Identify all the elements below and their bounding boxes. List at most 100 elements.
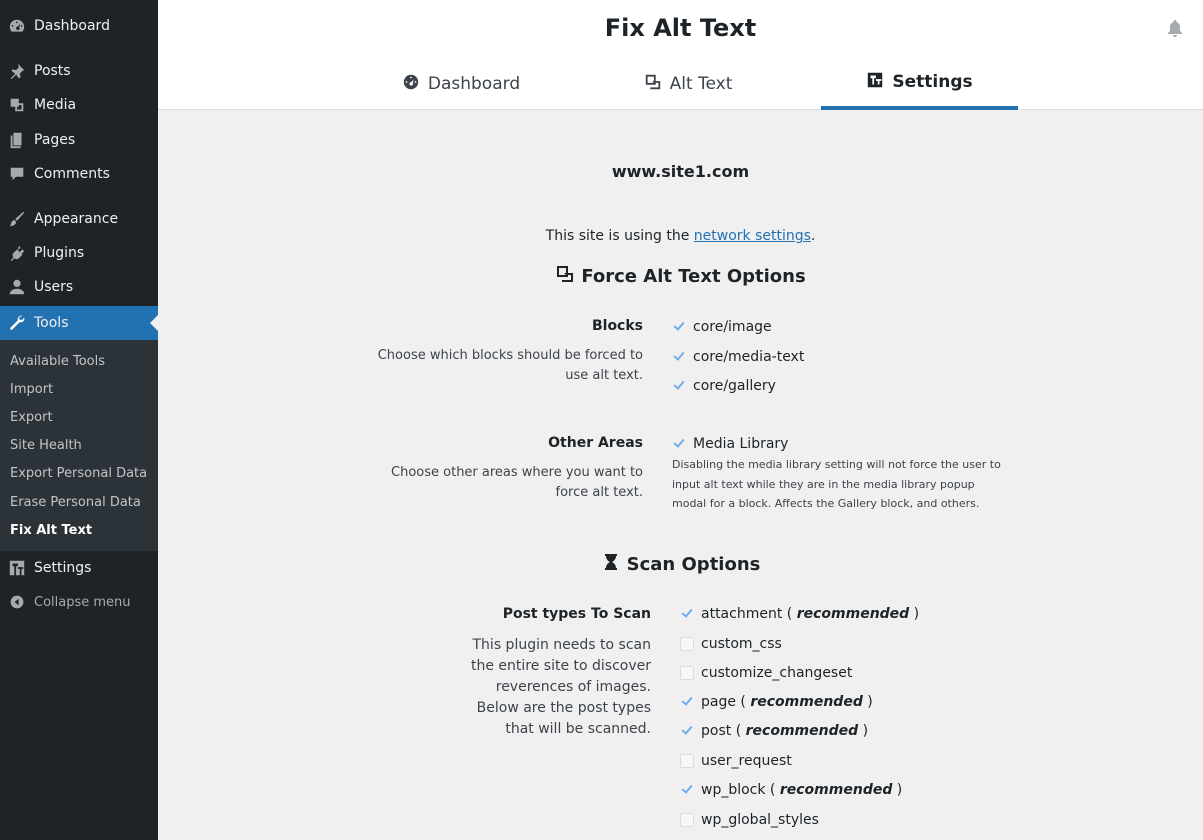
sidebar-item-pages[interactable]: Pages <box>0 123 158 157</box>
post-type-option-attachment[interactable]: attachment ( recommended ) <box>680 604 919 624</box>
network-settings-note: This site is using the network settings. <box>158 228 1203 244</box>
block-option-core-image[interactable]: core/image <box>672 317 804 337</box>
network-settings-link[interactable]: network settings <box>694 228 811 244</box>
checkbox[interactable] <box>672 320 686 334</box>
post-type-option-wp-block[interactable]: wp_block ( recommended ) <box>680 780 919 800</box>
checkbox-label: wp_global_styles <box>701 812 819 828</box>
blocks-description: Choose which blocks should be forced to … <box>377 348 643 383</box>
checkbox-label: post <box>701 723 732 739</box>
media-icon <box>7 95 27 115</box>
plugin-icon <box>7 243 27 263</box>
dashboard-icon <box>7 16 27 36</box>
tab-settings[interactable]: Settings <box>821 58 1018 110</box>
block-option-core-gallery[interactable]: core/gallery <box>672 376 804 396</box>
network-note-suffix: . <box>810 228 816 244</box>
sidebar-item-users[interactable]: Users <box>0 270 158 304</box>
sidebar-item-label: Comments <box>34 166 110 182</box>
user-icon <box>7 277 27 297</box>
sidebar-item-posts[interactable]: Posts <box>0 54 158 88</box>
sidebar-item-settings[interactable]: Settings <box>0 551 158 585</box>
post-type-option-post[interactable]: post ( recommended ) <box>680 721 919 741</box>
settings-icon <box>7 558 27 578</box>
blocks-options: core/image core/media-text core/gallery <box>672 317 804 396</box>
post-types-label: Post types To Scan <box>502 606 651 622</box>
wrench-icon <box>7 313 27 333</box>
sidebar-item-label: Appearance <box>34 211 119 227</box>
settings-main: www.site1.com This site is using the net… <box>158 110 1203 840</box>
scan-options-heading: Scan Options <box>158 552 1203 577</box>
sidebar-item-label: Pages <box>34 132 76 148</box>
tab-label: Dashboard <box>427 74 521 94</box>
tab-dashboard[interactable]: Dashboard <box>398 58 524 110</box>
submenu-item-available-tools[interactable]: Available Tools <box>10 354 105 369</box>
hourglass-icon <box>601 552 621 577</box>
pushpin-icon <box>7 61 27 81</box>
checkbox[interactable] <box>680 813 694 827</box>
active-menu-arrow <box>150 315 158 331</box>
submenu-item-export[interactable]: Export <box>10 410 53 425</box>
other-areas-label-col: Other Areas Choose other areas where you… <box>373 435 643 503</box>
submenu-item-site-health[interactable]: Site Health <box>10 438 82 453</box>
post-type-option-customize-changeset[interactable]: customize_changeset <box>680 663 919 683</box>
force-alt-text-heading: Force Alt Text Options <box>158 264 1203 289</box>
checkbox-label: core/image <box>693 319 772 335</box>
blocks-label-col: Blocks Choose which blocks should be for… <box>373 318 643 386</box>
section-heading-label: Force Alt Text Options <box>581 266 806 287</box>
checkbox-label: Media Library <box>693 436 789 452</box>
checkbox[interactable] <box>680 666 694 680</box>
post-types-label-col: Post types To Scan This plugin needs to … <box>458 606 651 740</box>
admin-sidebar: Dashboard Posts Media Pages Comments App… <box>0 0 158 840</box>
submenu-item-export-personal-data[interactable]: Export Personal Data <box>10 466 147 481</box>
tab-label: Settings <box>892 72 973 92</box>
sidebar-item-label: Dashboard <box>34 18 110 34</box>
images-icon <box>644 73 662 96</box>
collapse-menu-button[interactable]: Collapse menu <box>0 590 158 614</box>
images-icon <box>555 264 575 289</box>
checkbox-label: page <box>701 694 736 710</box>
checkbox[interactable] <box>680 754 694 768</box>
collapse-menu-label: Collapse menu <box>34 594 131 610</box>
submenu-item-import[interactable]: Import <box>10 382 53 397</box>
tab-alt-text[interactable]: Alt Text <box>638 58 738 110</box>
block-option-core-media-text[interactable]: core/media-text <box>672 347 804 367</box>
checkbox[interactable] <box>672 379 686 393</box>
sidebar-item-dashboard[interactable]: Dashboard <box>0 9 158 43</box>
gauge-icon <box>402 73 420 96</box>
sidebar-item-comments[interactable]: Comments <box>0 157 158 191</box>
other-option-media-library[interactable]: Media Library <box>672 434 1002 454</box>
sidebar-item-tools[interactable]: Tools <box>0 306 158 340</box>
sliders-icon <box>866 71 884 94</box>
checkbox[interactable] <box>680 607 694 621</box>
sidebar-item-media[interactable]: Media <box>0 88 158 122</box>
post-type-option-page[interactable]: page ( recommended ) <box>680 692 919 712</box>
sidebar-item-appearance[interactable]: Appearance <box>0 202 158 236</box>
checkbox-label: core/gallery <box>693 378 776 394</box>
sidebar-item-label: Posts <box>34 63 71 79</box>
checkbox[interactable] <box>680 695 694 709</box>
post-type-option-user-request[interactable]: user_request <box>680 751 919 771</box>
page-title: Fix Alt Text <box>604 14 757 42</box>
checkbox[interactable] <box>680 637 694 651</box>
sidebar-item-label: Plugins <box>34 245 85 261</box>
checkbox[interactable] <box>680 724 694 738</box>
bell-icon[interactable] <box>1165 18 1185 38</box>
post-type-option-custom-css[interactable]: custom_css <box>680 634 919 654</box>
post-type-option-wp-global-styles[interactable]: wp_global_styles <box>680 810 919 830</box>
recommended-tag: ( recommended ) <box>735 694 873 710</box>
checkbox-label: user_request <box>701 753 792 769</box>
checkbox-label: customize_changeset <box>701 665 853 681</box>
recommended-tag: ( recommended ) <box>782 606 920 622</box>
sidebar-item-label: Users <box>34 279 74 295</box>
submenu-item-fix-alt-text[interactable]: Fix Alt Text <box>10 523 92 538</box>
sidebar-item-label: Media <box>34 97 77 113</box>
collapse-icon <box>7 592 27 612</box>
checkbox[interactable] <box>680 783 694 797</box>
submenu-item-erase-personal-data[interactable]: Erase Personal Data <box>10 495 141 510</box>
brush-icon <box>7 209 27 229</box>
checkbox[interactable] <box>672 437 686 451</box>
checkbox-label: core/media-text <box>693 349 805 365</box>
sidebar-item-plugins[interactable]: Plugins <box>0 236 158 270</box>
checkbox[interactable] <box>672 350 686 364</box>
other-areas-options: Media Library Disabling the media librar… <box>672 434 1002 514</box>
post-types-description: This plugin needs to scan the entire sit… <box>470 637 651 737</box>
